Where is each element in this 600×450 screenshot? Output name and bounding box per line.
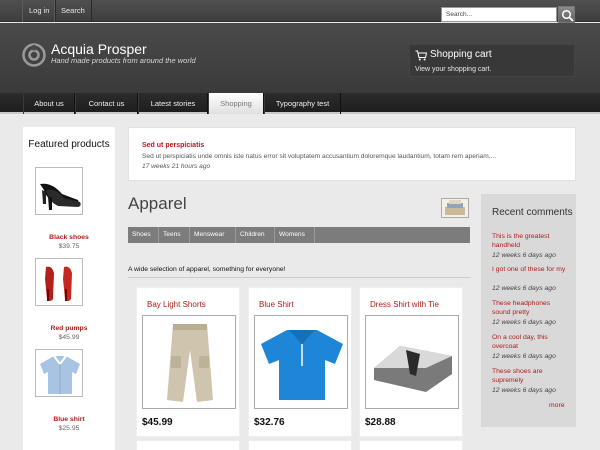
story-teaser: Sed ut perspiciatis Sed ut perspiciatis … [128, 127, 576, 181]
category-image [441, 198, 469, 218]
featured-product-image[interactable] [35, 258, 83, 306]
black-shoes-image [40, 183, 81, 210]
search-input[interactable]: Search... [441, 7, 557, 22]
featured-product-price: $25.95 [58, 425, 80, 432]
recent-comments-sidebar: Recent comments This is the greatest han… [481, 194, 576, 427]
product-image[interactable] [142, 315, 236, 409]
featured-product-price: $45.99 [58, 334, 80, 341]
product-title[interactable]: Dress Shirt with Tie [370, 300, 439, 309]
comment-link[interactable]: This is the greatest handheld [492, 233, 568, 250]
shorts-image [167, 324, 213, 402]
product-price: $32.76 [254, 417, 285, 428]
category-tabs: Shoes Teens Menswear Children Womens [128, 227, 470, 243]
nav-shopping[interactable]: Shopping [208, 93, 264, 114]
product-card [136, 440, 240, 450]
site-slogan: Hand made products from around the world [51, 56, 196, 65]
product-card: Blue Shirt $32.76 [248, 287, 352, 437]
search-button[interactable] [558, 6, 575, 23]
featured-product-name[interactable]: Red pumps [23, 325, 115, 332]
product-title[interactable]: Bay Light Shorts [147, 300, 206, 309]
product-card [359, 440, 463, 450]
folded-clothes-icon [445, 200, 465, 215]
nav-about-us[interactable]: About us [23, 93, 75, 114]
divider [128, 277, 470, 278]
comment-link[interactable]: I got one of these for my [492, 266, 568, 275]
product-card: Dress Shirt with Tie $28.88 [359, 287, 463, 437]
top-bar: Log in Search Search... [0, 0, 600, 23]
comment-time: 12 weeks 6 days ago [492, 285, 556, 292]
product-image[interactable] [254, 315, 348, 409]
site-name[interactable]: Acquia Prosper [51, 41, 147, 57]
featured-product-image[interactable] [35, 349, 83, 397]
tab-teens[interactable]: Teens [159, 227, 190, 243]
cart-title: Shopping cart [430, 49, 492, 60]
comment-time: 12 weeks 6 days ago [492, 353, 556, 360]
comment-link[interactable]: On a cool day, this overcoat [492, 334, 568, 351]
featured-product-name[interactable]: Black shoes [23, 234, 115, 241]
login-link[interactable]: Log in [22, 0, 57, 22]
tab-womens[interactable]: Womens [275, 227, 315, 243]
story-timestamp: 17 weeks 21 hours ago [142, 163, 211, 170]
product-title[interactable]: Blue Shirt [259, 300, 294, 309]
story-title[interactable]: Sed ut perspiciatis [142, 142, 204, 149]
category-description: A wide selection of apparel, something f… [128, 266, 286, 273]
featured-product-price: $39.75 [58, 243, 80, 250]
page-title: Apparel [128, 194, 187, 213]
comment-link[interactable]: These shoes are supremely [492, 368, 568, 385]
product-price: $45.99 [142, 417, 173, 428]
nav-contact-us[interactable]: Contact us [75, 93, 138, 114]
comment-time: 12 weeks 6 days ago [492, 252, 556, 259]
tab-children[interactable]: Children [236, 227, 275, 243]
more-comments-link[interactable]: more [549, 402, 565, 409]
main-nav: About us Contact us Latest stories Shopp… [0, 93, 600, 114]
recent-comments-title: Recent comments [492, 207, 573, 218]
comment-time: 12 weeks 6 days ago [492, 319, 556, 326]
nav-latest-stories[interactable]: Latest stories [138, 93, 208, 114]
cart-icon [415, 50, 427, 61]
search-icon [561, 9, 574, 22]
comment-link[interactable]: These headphones sound pretty [492, 300, 568, 317]
tab-menswear[interactable]: Menswear [190, 227, 236, 243]
featured-title: Featured products [28, 139, 110, 150]
tab-shoes[interactable]: Shoes [128, 227, 159, 243]
comment-time: 12 weeks 6 days ago [492, 387, 556, 394]
product-card [248, 440, 352, 450]
search-link[interactable]: Search [54, 0, 92, 22]
shopping-cart-block: Shopping cart View your shopping cart. [409, 44, 575, 77]
story-body: Sed ut perspiciatis unde omnis iste natu… [142, 153, 497, 160]
blue-shirt-image [261, 330, 343, 400]
product-image[interactable] [365, 315, 459, 409]
site-logo-icon[interactable] [22, 43, 46, 67]
product-card: Bay Light Shorts $45.99 [136, 287, 240, 437]
dress-shirt-image [374, 346, 452, 392]
view-cart-link[interactable]: View your shopping cart. [415, 66, 492, 73]
featured-products-sidebar: Featured products Black shoes $39.75 Red… [23, 127, 115, 450]
site-header: Acquia Prosper Hand made products from a… [0, 23, 600, 93]
red-pumps-image [45, 266, 72, 301]
featured-product-name[interactable]: Blue shirt [23, 416, 115, 423]
nav-typography-test[interactable]: Typography test [264, 93, 341, 114]
product-price: $28.88 [365, 417, 396, 428]
blue-shirt-image [40, 355, 80, 394]
main-content: Apparel Shoes Teens Menswear Children Wo… [128, 186, 471, 450]
featured-product-image[interactable] [35, 167, 83, 215]
